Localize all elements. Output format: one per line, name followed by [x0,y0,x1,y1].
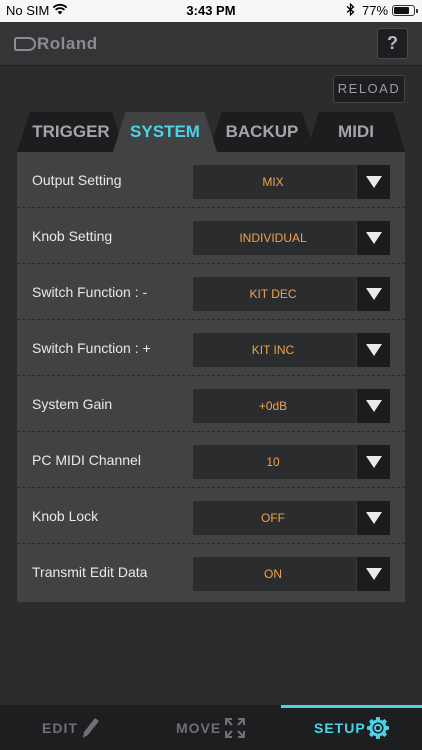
expand-arrows-icon [224,717,246,742]
dropdown-arrow-icon[interactable] [356,557,390,591]
switch-function-plus-select[interactable]: KIT INC [193,333,390,367]
system-settings-panel: Output Setting MIX Knob Setting INDIVIDU… [17,152,405,602]
select-value: MIX [262,175,284,189]
setting-label: Transmit Edit Data [32,564,148,580]
status-bar: No SIM 3:43 PM 77% [0,0,422,22]
roland-r-icon [14,37,36,51]
setting-row: Output Setting MIX [17,152,405,208]
tab-midi[interactable]: MIDI [307,112,405,152]
switch-function-minus-select[interactable]: KIT DEC [193,277,390,311]
nav-edit[interactable]: EDIT [0,705,140,750]
pencil-icon [82,717,100,742]
setting-label: System Gain [32,396,113,412]
setting-label: Switch Function : - [32,284,148,300]
dropdown-arrow-icon[interactable] [356,277,390,311]
system-gain-select[interactable]: +0dB [193,389,390,423]
setting-row: Transmit Edit Data ON [17,544,405,600]
roland-logo: Roland [14,34,98,54]
tab-bar: TRIGGER SYSTEM BACKUP MIDI [17,112,405,152]
select-value: +0dB [258,399,288,413]
reload-button[interactable]: RELOAD [333,75,405,103]
select-value: KIT DEC [249,287,297,301]
logo-text: Roland [37,34,98,53]
select-value: 10 [266,455,280,469]
output-setting-select[interactable]: MIX [193,165,390,199]
battery-icon [392,5,418,16]
dropdown-arrow-icon[interactable] [356,221,390,255]
battery-percent: 77% [362,3,389,18]
setting-label: Output Setting [32,172,122,188]
pc-midi-channel-select[interactable]: 10 [193,445,390,479]
setting-row: Switch Function : - KIT DEC [17,264,405,320]
setting-label: Switch Function : + [32,340,151,356]
nav-edit-label: EDIT [42,720,78,736]
setting-label: Knob Setting [32,228,113,244]
battery-fill [394,7,409,14]
clock: 3:43 PM [186,3,236,18]
select-value: ON [264,567,282,581]
bluetooth-icon [346,2,355,19]
setting-row: PC MIDI Channel 10 [17,432,405,488]
select-value: INDIVIDUAL [239,231,307,245]
setting-row: System Gain +0dB [17,376,405,432]
setting-row: Knob Lock OFF [17,488,405,544]
nav-move[interactable]: MOVE [141,705,281,750]
gear-icon [367,717,389,742]
knob-setting-select[interactable]: INDIVIDUAL [193,221,390,255]
nav-move-label: MOVE [176,720,222,736]
select-value: KIT INC [251,343,295,357]
tab-backup[interactable]: BACKUP [209,112,315,152]
help-button[interactable]: ? [377,28,408,59]
tab-system[interactable]: SYSTEM [113,112,217,152]
setting-row: Knob Setting INDIVIDUAL [17,208,405,264]
dropdown-arrow-icon[interactable] [356,501,390,535]
app-header: Roland ? [0,22,422,66]
select-value: OFF [261,511,285,525]
nav-setup[interactable]: SETUP [281,705,422,750]
transmit-edit-data-select[interactable]: ON [193,557,390,591]
setting-label: Knob Lock [32,508,99,524]
setting-label: PC MIDI Channel [32,452,141,468]
setting-row: Switch Function : + KIT INC [17,320,405,376]
dropdown-arrow-icon[interactable] [356,165,390,199]
bottom-nav: EDIT MOVE SETUP [0,705,422,750]
knob-lock-select[interactable]: OFF [193,501,390,535]
dropdown-arrow-icon[interactable] [356,333,390,367]
tab-trigger[interactable]: TRIGGER [17,112,125,152]
nav-setup-label: SETUP [314,720,366,736]
dropdown-arrow-icon[interactable] [356,445,390,479]
dropdown-arrow-icon[interactable] [356,389,390,423]
